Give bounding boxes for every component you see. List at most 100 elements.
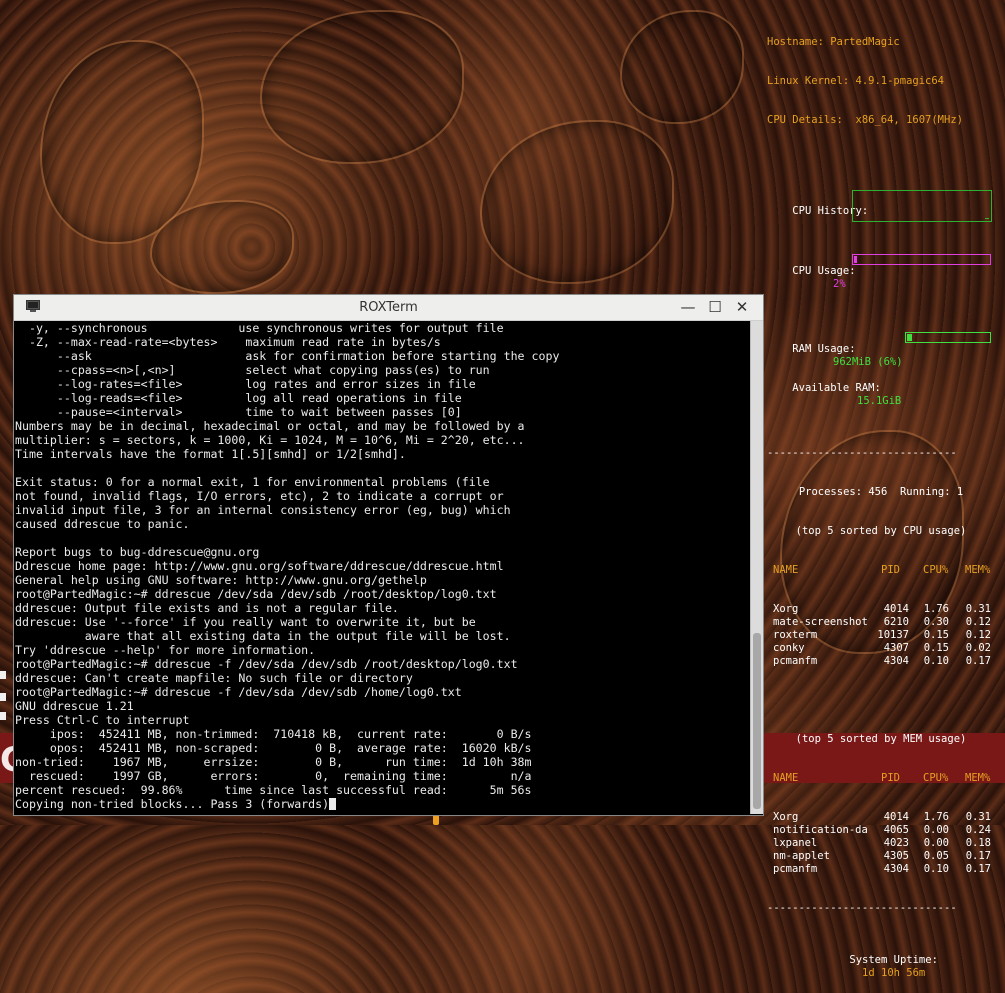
terminal-scrollbar[interactable] [750, 321, 763, 814]
terminal-line: not found, invalid flags, I/O errors, et… [15, 489, 504, 503]
conky-ram-usage-value: 962MiB (6%) [833, 356, 903, 368]
terminal-line: opos: 452411 MB, non-scraped: 0 B, avera… [15, 741, 532, 755]
terminal-line: rescued: 1997 GB, errors: 0, remaining t… [15, 769, 532, 783]
process-row: roxterm 10137 0.15 0.12 [767, 629, 995, 642]
terminal-line: ddrescue: Can't create mapfile: No such … [15, 671, 413, 685]
conky-cpu-details: CPU Details: x86_64, 1607(MHz) [767, 114, 963, 126]
desktop-icon[interactable] [0, 693, 6, 701]
desktop-icon[interactable] [0, 671, 6, 679]
process-cpu: 0.00 [923, 824, 949, 836]
conky-uptime-label: System Uptime: [849, 954, 938, 966]
process-row: nm-applet 4305 0.05 0.17 [767, 850, 995, 863]
terminal-line: Numbers may be in decimal, hexadecimal o… [15, 419, 525, 433]
ram-usage-bar [905, 332, 991, 343]
process-name: pcmanfm [773, 655, 818, 667]
window-titlebar[interactable]: ROXTerm — ☐ ✕ [14, 295, 763, 321]
terminal-line: ddrescue: Output file exists and is not … [15, 601, 399, 615]
process-name: roxterm [773, 629, 818, 641]
window-title: ROXTerm [359, 300, 418, 315]
process-pid: 4304 [883, 655, 909, 667]
process-mem: 0.17 [965, 850, 991, 862]
process-name: conky [773, 642, 805, 654]
conky-cpu-usage-label: CPU Usage: [792, 265, 856, 277]
terminal-line: Report bugs to bug-ddrescue@gnu.org [15, 545, 260, 559]
terminal-line: --log-rates=<file> log rates and error s… [15, 377, 476, 391]
mem-table-header: NAME PID CPU% MEM% [773, 772, 991, 784]
process-mem: 0.17 [965, 655, 991, 667]
roxterm-window[interactable]: ROXTerm — ☐ ✕ -y, --synchronous use sync… [13, 294, 764, 816]
maximize-button[interactable]: ☐ [706, 298, 724, 316]
process-name: nm-applet [773, 850, 830, 862]
process-mem: 0.02 [965, 642, 991, 654]
process-cpu: 1.76 [923, 811, 949, 823]
terminal-line: GNU ddrescue 1.21 [15, 699, 134, 713]
cpu-usage-bar [852, 254, 991, 265]
conky-available-ram-value: 15.1GiB [857, 395, 902, 407]
terminal-line: invalid input file, 3 for an internal co… [15, 503, 511, 517]
terminal-line: ddrescue: Use '--force' if you really wa… [15, 615, 476, 629]
wallpaper-ornament [620, 10, 744, 124]
terminal-line: root@PartedMagic:~# ddrescue /dev/sda /d… [15, 587, 497, 601]
terminal-line: Time intervals have the format 1[.5][smh… [15, 447, 406, 461]
cpu-history-graph [852, 190, 992, 222]
conky-cpu-top-title: (top 5 sorted by CPU usage) [795, 525, 967, 537]
terminal-line: percent rescued: 99.86% time since last … [15, 783, 532, 797]
close-button[interactable]: ✕ [733, 298, 751, 316]
process-pid: 4014 [883, 603, 909, 615]
conky-cpu-usage-value: 2% [833, 278, 846, 290]
process-row: notification-da 4065 0.00 0.24 [767, 824, 995, 837]
minimize-button[interactable]: — [679, 298, 697, 316]
conky-hostname: Hostname: PartedMagic [767, 36, 900, 48]
desktop-icon[interactable] [0, 712, 6, 720]
process-name: Xorg [773, 811, 799, 823]
terminal-line: Press Ctrl-C to interrupt [15, 713, 190, 727]
cpu-top-table: Xorg 4014 1.76 0.31 mate-screenshot 6210 0.30 0… [767, 603, 995, 668]
process-pid: 4305 [883, 850, 909, 862]
terminal-line: non-tried: 1967 MB, errsize: 0 B, run ti… [15, 755, 532, 769]
conky-available-ram-label: Available RAM: [792, 382, 881, 394]
process-pid: 10137 [877, 629, 909, 641]
terminal-line: multiplier: s = sectors, k = 1000, Ki = … [15, 433, 525, 447]
terminal-line: Ddrescue home page: http://www.gnu.org/s… [15, 559, 504, 573]
terminal-cursor [329, 798, 337, 810]
process-cpu: 0.00 [923, 837, 949, 849]
mem-top-table: Xorg 4014 1.76 0.31 notification-da 4065 0.00 0… [767, 811, 995, 876]
conky-mem-top-title: (top 5 sorted by MEM usage) [795, 733, 967, 745]
terminal-line: aware that all existing data in the outp… [15, 629, 511, 643]
terminal-line: -y, --synchronous use synchronous writes… [15, 321, 504, 335]
process-row: Xorg 4014 1.76 0.31 [767, 603, 995, 616]
process-name: Xorg [773, 603, 799, 615]
process-name: notification-da [773, 824, 868, 836]
process-cpu: 0.30 [923, 616, 949, 628]
process-row: pcmanfm 4304 0.10 0.17 [767, 863, 995, 876]
process-mem: 0.12 [965, 616, 991, 628]
process-name: lxpanel [773, 837, 818, 849]
process-cpu: 0.10 [923, 655, 949, 667]
process-mem: 0.31 [965, 603, 991, 615]
terminal-line: caused ddrescue to panic. [15, 517, 190, 531]
conky-uptime-value: 1d 10h 56m [862, 967, 926, 979]
process-row: lxpanel 4023 0.00 0.18 [767, 837, 995, 850]
terminal-line: --pause=<interval> time to wait between … [15, 405, 462, 419]
process-row: Xorg 4014 1.76 0.31 [767, 811, 995, 824]
conky-monitor: Hostname: PartedMagic Linux Kernel: 4.9.… [767, 10, 995, 979]
terminal-line: root@PartedMagic:~# ddrescue -f /dev/sda… [15, 685, 462, 699]
process-cpu: 0.05 [923, 850, 949, 862]
process-row: conky 4307 0.15 0.02 [767, 642, 995, 655]
process-mem: 0.31 [965, 811, 991, 823]
process-mem: 0.17 [965, 863, 991, 875]
wallpaper-ornament [480, 120, 674, 284]
cpu-table-header: NAME PID CPU% MEM% [773, 564, 991, 576]
process-pid: 4304 [883, 863, 909, 875]
terminal-output[interactable]: -y, --synchronous use synchronous writes… [15, 321, 749, 814]
terminal-current-line: Copying non-tried blocks... Pass 3 (forw… [15, 797, 749, 811]
process-cpu: 1.76 [923, 603, 949, 615]
wallpaper-ornament [260, 10, 464, 164]
scrollbar-thumb[interactable] [753, 633, 761, 809]
conky-separator: ------------------------------ [767, 447, 957, 459]
process-cpu: 0.15 [923, 642, 949, 654]
process-cpu: 0.15 [923, 629, 949, 641]
process-mem: 0.12 [965, 629, 991, 641]
